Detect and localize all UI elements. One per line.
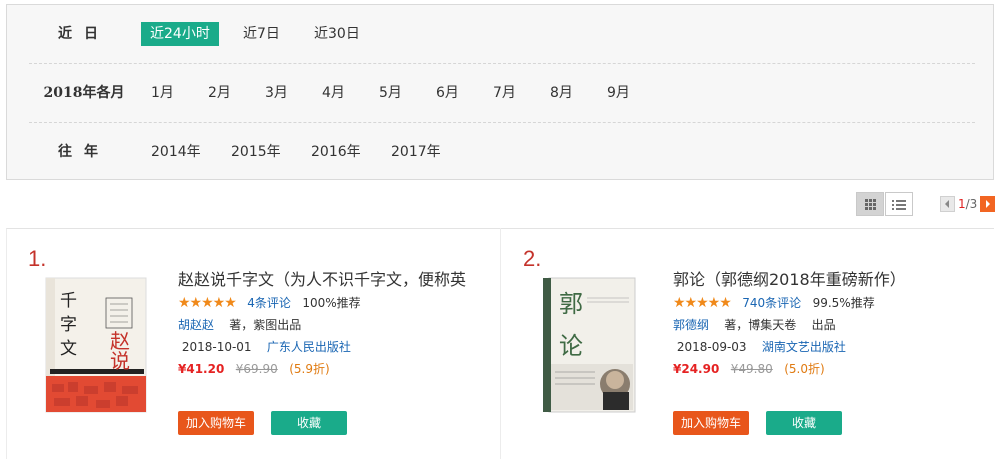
filter-label-recent: 近日 — [58, 26, 110, 42]
chevron-right-icon — [986, 200, 990, 208]
book-cover[interactable]: 千 字 文 赵 说 — [44, 276, 152, 414]
svg-text:论: 论 — [559, 332, 583, 360]
filter-option-2015[interactable]: 2015年 — [222, 140, 290, 164]
filter-option-month-2[interactable]: 2月 — [199, 81, 240, 105]
grid-view-button[interactable] — [856, 192, 884, 216]
filter-option-2017[interactable]: 2017年 — [382, 140, 450, 164]
discount: (5.9折) — [289, 362, 330, 376]
author-link[interactable]: 郭德纲 — [673, 318, 709, 332]
filter-option-30d[interactable]: 近30日 — [305, 22, 369, 46]
grid-icon — [865, 199, 876, 210]
star-rating: ★★★★★ — [178, 295, 237, 311]
price-row: ¥24.90 ¥49.80 (5.0折) — [673, 358, 983, 380]
page-indicator: 1/3 — [958, 196, 977, 212]
date-filter-panel: 近日 近24小时 近7日 近30日 2018年各月 1月 2月 3月 4月 5月… — [6, 4, 994, 180]
list-view-button[interactable] — [885, 192, 913, 216]
filter-row-recent: 近日 近24小时 近7日 近30日 — [29, 5, 975, 64]
current-page: 1 — [958, 197, 966, 211]
svg-text:文: 文 — [60, 339, 77, 359]
filter-row-past-years: 往年 2014年 2015年 2016年 2017年 — [29, 123, 975, 181]
filter-option-month-7[interactable]: 7月 — [484, 81, 525, 105]
current-price: ¥41.20 — [178, 362, 225, 376]
filter-option-month-6[interactable]: 6月 — [427, 81, 468, 105]
recommend-rate: 99.5%推荐 — [812, 296, 875, 310]
filter-option-month-4[interactable]: 4月 — [313, 81, 354, 105]
total-pages: /3 — [965, 197, 978, 211]
price-row: ¥41.20 ¥69.90 (5.9折) — [178, 358, 488, 380]
press-link[interactable]: 广东人民出版社 — [267, 340, 351, 354]
press-link[interactable]: 湖南文艺出版社 — [762, 340, 846, 354]
svg-text:说: 说 — [110, 349, 130, 373]
filter-option-24h[interactable]: 近24小时 — [141, 22, 219, 46]
filter-option-month-5[interactable]: 5月 — [370, 81, 411, 105]
star-rating: ★★★★★ — [673, 295, 732, 311]
original-price: ¥69.90 — [235, 362, 278, 376]
discount: (5.0折) — [784, 362, 825, 376]
product-info: 赵赵说千字文（为人不识千字文，便称英 ★★★★★ 4条评论 100%推荐 胡赵赵… — [178, 268, 488, 380]
product-title[interactable]: 赵赵说千字文（为人不识千字文，便称英 — [178, 268, 488, 292]
rating-row: ★★★★★ 4条评论 100%推荐 — [178, 292, 488, 314]
chevron-left-icon — [945, 200, 949, 208]
review-count-link[interactable]: 740条评论 — [742, 296, 801, 310]
filter-option-month-3[interactable]: 3月 — [256, 81, 297, 105]
publish-row: 2018-10-01 广东人民出版社 — [178, 336, 488, 358]
prev-page-button[interactable] — [940, 196, 955, 212]
original-price: ¥49.80 — [730, 362, 773, 376]
product-item: 2. 郭 论 郭论（郭德纲2018年重磅新作） ★★★★★ 740条评论 99.… — [501, 228, 995, 459]
favorite-button[interactable]: 收藏 — [271, 411, 347, 435]
publisher-note: 著，博集天卷 — [724, 318, 797, 332]
publish-date: 2018-09-03 — [676, 340, 747, 354]
author-link[interactable]: 胡赵赵 — [178, 318, 214, 332]
publish-row: 2018-09-03 湖南文艺出版社 — [673, 336, 983, 358]
product-rank: 2. — [523, 246, 542, 271]
filter-option-7d[interactable]: 近7日 — [234, 22, 289, 46]
svg-text:郭: 郭 — [559, 290, 583, 318]
publisher-note-suffix: 出品 — [811, 318, 836, 332]
rating-row: ★★★★★ 740条评论 99.5%推荐 — [673, 292, 983, 314]
filter-option-month-8[interactable]: 8月 — [541, 81, 582, 105]
author-row: 郭德纲 著，博集天卷 出品 — [673, 314, 983, 336]
publisher-note: 著，紫图出品 — [229, 318, 302, 332]
review-count-link[interactable]: 4条评论 — [247, 296, 291, 310]
next-page-button[interactable] — [980, 196, 995, 212]
svg-text:千: 千 — [60, 291, 77, 311]
filter-label-past-years: 往年 — [58, 144, 110, 160]
author-row: 胡赵赵 著，紫图出品 — [178, 314, 488, 336]
product-rank: 1. — [28, 246, 47, 271]
filter-option-2014[interactable]: 2014年 — [142, 140, 210, 164]
book-cover[interactable]: 郭 论 — [539, 276, 647, 414]
product-info: 郭论（郭德纲2018年重磅新作） ★★★★★ 740条评论 99.5%推荐 郭德… — [673, 268, 983, 380]
publish-date: 2018-10-01 — [181, 340, 252, 354]
product-item: 1. 千 字 文 赵 说 赵赵说千字文（为人不识千字文，便称英 ★★★★★ 4条… — [6, 228, 500, 459]
add-to-cart-button[interactable]: 加入购物车 — [178, 411, 254, 435]
filter-label-months: 2018年各月 — [43, 85, 125, 101]
filter-option-2016[interactable]: 2016年 — [302, 140, 370, 164]
recommend-rate: 100%推荐 — [302, 296, 361, 310]
svg-text:字: 字 — [60, 315, 77, 335]
filter-option-month-9[interactable]: 9月 — [598, 81, 639, 105]
favorite-button[interactable]: 收藏 — [766, 411, 842, 435]
filter-row-months: 2018年各月 1月 2月 3月 4月 5月 6月 7月 8月 9月 — [29, 64, 975, 123]
product-title[interactable]: 郭论（郭德纲2018年重磅新作） — [673, 268, 983, 292]
filter-option-month-1[interactable]: 1月 — [142, 81, 183, 105]
add-to-cart-button[interactable]: 加入购物车 — [673, 411, 749, 435]
current-price: ¥24.90 — [673, 362, 720, 376]
list-icon — [892, 200, 906, 210]
